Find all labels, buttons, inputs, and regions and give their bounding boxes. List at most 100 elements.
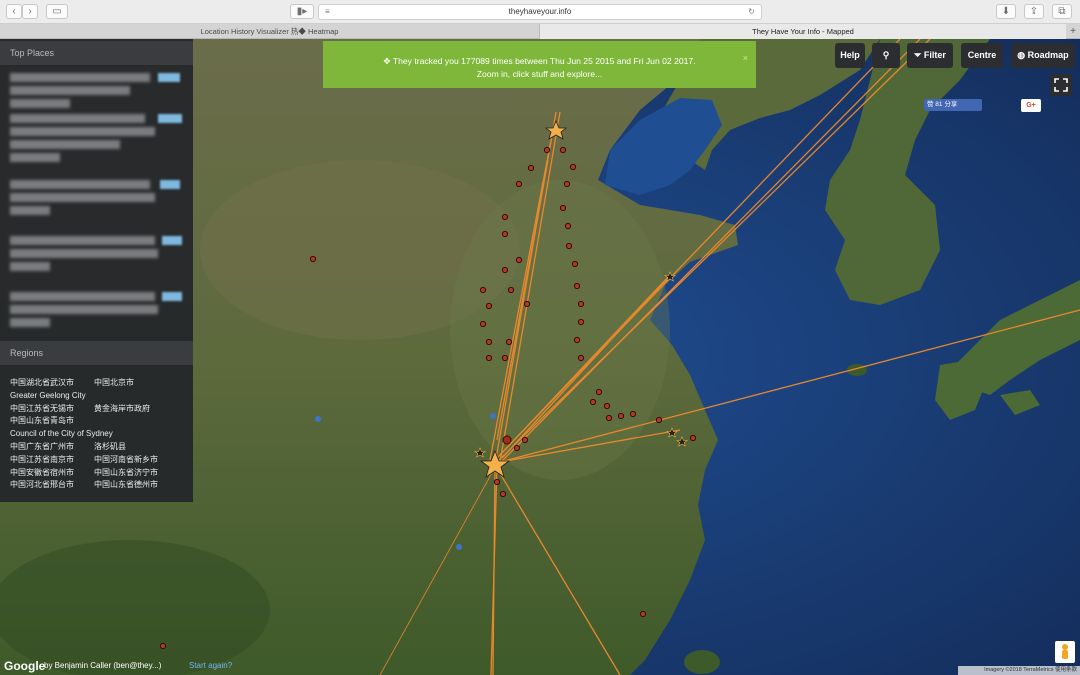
- top-places-header: Top Places: [0, 41, 193, 65]
- region-row: 中国江苏省无锡市 黄金海岸市政府: [10, 403, 190, 416]
- location-dot[interactable]: [493, 478, 501, 486]
- author-byline: by Benjamin Caller (ben@they...): [44, 661, 162, 670]
- location-dot[interactable]: [485, 302, 493, 310]
- blue-marker[interactable]: [315, 416, 321, 422]
- tabs-overview-icon[interactable]: ⧉: [1052, 4, 1072, 19]
- region-item[interactable]: 中国河南省新乡市: [94, 454, 158, 467]
- top-place-item[interactable]: [10, 114, 185, 162]
- reload-icon[interactable]: ↻: [748, 5, 755, 19]
- location-dot[interactable]: [499, 490, 507, 498]
- location-dot[interactable]: [595, 388, 603, 396]
- centre-button[interactable]: Centre: [961, 43, 1003, 68]
- location-dot[interactable]: [515, 180, 523, 188]
- location-dot[interactable]: [501, 354, 509, 362]
- location-dot[interactable]: [485, 338, 493, 346]
- blue-marker[interactable]: [456, 544, 462, 550]
- location-dot[interactable]: [605, 414, 613, 422]
- help-button[interactable]: Help: [835, 43, 865, 68]
- location-dot[interactable]: [571, 260, 579, 268]
- location-dot[interactable]: [573, 336, 581, 344]
- top-place-item[interactable]: [10, 180, 185, 226]
- new-tab-button[interactable]: +: [1066, 24, 1080, 39]
- region-item[interactable]: 中国河北省邢台市: [10, 479, 94, 492]
- location-dot[interactable]: [569, 163, 577, 171]
- red-marker[interactable]: [502, 435, 512, 445]
- tab-label: They Have Your Info - Mapped: [752, 27, 854, 36]
- location-dot[interactable]: [589, 398, 597, 406]
- tab-mapped[interactable]: They Have Your Info - Mapped: [540, 24, 1066, 39]
- forward-button[interactable]: ›: [22, 4, 38, 19]
- roadmap-label: Roadmap: [1027, 50, 1069, 60]
- location-dot[interactable]: [479, 320, 487, 328]
- location-dot[interactable]: [485, 354, 493, 362]
- region-item[interactable]: 中国江苏省南京市: [10, 454, 94, 467]
- google-plus-button[interactable]: G+: [1021, 99, 1041, 112]
- region-item[interactable]: 洛杉矶县: [94, 441, 126, 454]
- close-icon[interactable]: ×: [743, 52, 748, 65]
- location-dot[interactable]: [564, 222, 572, 230]
- share-icon[interactable]: ⇪: [1024, 4, 1044, 19]
- location-dot[interactable]: [577, 300, 585, 308]
- heatmap-toggle-button[interactable]: ⚲: [872, 43, 900, 68]
- location-dot[interactable]: [159, 642, 167, 650]
- location-dot[interactable]: [603, 402, 611, 410]
- north-china-plain: [450, 180, 670, 480]
- facebook-like-button[interactable]: 赞 81 分享: [924, 99, 982, 111]
- fullscreen-icon: [1054, 78, 1068, 92]
- region-item[interactable]: 中国江苏省无锡市: [10, 403, 94, 416]
- location-dot[interactable]: [655, 416, 663, 424]
- location-dot[interactable]: [577, 318, 585, 326]
- region-item[interactable]: 中国湖北省武汉市: [10, 377, 94, 390]
- location-dot[interactable]: [577, 354, 585, 362]
- location-dot[interactable]: [515, 256, 523, 264]
- region-item[interactable]: Greater Geelong City: [10, 390, 86, 403]
- region-item[interactable]: 中国北京市: [94, 377, 134, 390]
- blue-marker[interactable]: [490, 413, 496, 419]
- top-place-item[interactable]: [10, 236, 185, 282]
- location-dot[interactable]: [559, 204, 567, 212]
- location-dot[interactable]: [563, 180, 571, 188]
- location-dot[interactable]: [689, 434, 697, 442]
- back-button[interactable]: ‹: [6, 4, 22, 19]
- roadmap-button[interactable]: ◍ Roadmap: [1011, 43, 1075, 68]
- top-place-item[interactable]: [10, 73, 185, 119]
- region-item[interactable]: Council of the City of Sydney: [10, 428, 113, 441]
- region-item[interactable]: 中国山东省青岛市: [10, 415, 74, 428]
- location-dot[interactable]: [501, 213, 509, 221]
- location-dot[interactable]: [559, 146, 567, 154]
- reader-icon[interactable]: ▮▸: [290, 4, 314, 19]
- region-row: Greater Geelong City: [10, 390, 190, 403]
- region-item[interactable]: 中国山东省济宁市: [94, 467, 158, 480]
- location-dot[interactable]: [507, 286, 515, 294]
- download-icon[interactable]: ⬇: [996, 4, 1016, 19]
- start-again-link[interactable]: Start again?: [189, 661, 232, 670]
- location-dot[interactable]: [617, 412, 625, 420]
- tab-heatmap[interactable]: Location History Visualizer 热◆ Heatmap: [0, 24, 540, 39]
- location-dot[interactable]: [639, 610, 647, 618]
- location-dot[interactable]: [501, 230, 509, 238]
- region-row: 中国安徽省宿州市 中国山东省济宁市: [10, 467, 190, 480]
- filter-button[interactable]: ⏷ Filter: [907, 43, 953, 68]
- region-item[interactable]: 中国山东省德州市: [94, 479, 158, 492]
- location-dot[interactable]: [501, 266, 509, 274]
- region-item[interactable]: 黄金海岸市政府: [94, 403, 150, 416]
- location-dot[interactable]: [513, 444, 521, 452]
- location-dot[interactable]: [629, 410, 637, 418]
- location-dot[interactable]: [521, 436, 529, 444]
- top-place-item[interactable]: [10, 292, 185, 338]
- region-item[interactable]: 中国广东省广州市: [10, 441, 94, 454]
- location-dot[interactable]: [527, 164, 535, 172]
- address-bar[interactable]: ≡ theyhaveyour.info ↻: [318, 4, 762, 20]
- location-dot[interactable]: [565, 242, 573, 250]
- sidebar-toggle-icon[interactable]: ▭: [46, 4, 68, 19]
- street-view-pegman-icon[interactable]: [1055, 641, 1075, 663]
- location-dot[interactable]: [573, 282, 581, 290]
- banner-line-1: ✥ They tracked you 177089 times between …: [383, 56, 696, 66]
- location-dot[interactable]: [523, 300, 531, 308]
- location-dot[interactable]: [479, 286, 487, 294]
- region-item[interactable]: 中国安徽省宿州市: [10, 467, 94, 480]
- location-dot[interactable]: [505, 338, 513, 346]
- location-dot[interactable]: [543, 146, 551, 154]
- fullscreen-button[interactable]: [1050, 74, 1072, 96]
- location-dot[interactable]: [309, 255, 317, 263]
